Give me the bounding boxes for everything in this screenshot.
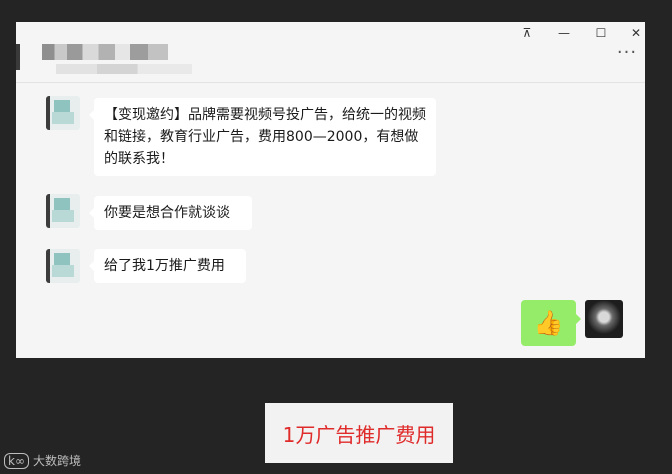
caption-label: 1万广告推广费用 <box>265 403 453 463</box>
watermark: k∞ 大数跨境 <box>4 452 81 469</box>
header-accent <box>16 44 20 70</box>
chat-window: ⊼ — ☐ ✕ ··· 【变现邀约】品牌需要视频号投广告，给统一的视频和链接，教… <box>16 22 645 358</box>
watermark-logo-icon: k∞ <box>4 452 29 469</box>
chat-subtitle-blurred <box>56 64 192 74</box>
message-bubble: 给了我1万推广费用 <box>89 249 246 283</box>
message-bubble: 你要是想合作就谈谈 <box>89 196 252 230</box>
watermark-text: 大数跨境 <box>32 454 81 468</box>
message-bubble: 【变现邀约】品牌需要视频号投广告，给统一的视频和链接，教育行业广告，费用800—… <box>89 98 436 176</box>
thumbs-up-icon: 👍 <box>533 309 564 337</box>
chat-header: ··· <box>16 22 645 83</box>
more-options-button[interactable]: ··· <box>615 44 639 62</box>
contact-avatar[interactable] <box>46 96 80 130</box>
my-avatar[interactable] <box>585 300 623 338</box>
chat-title-blurred <box>42 44 168 60</box>
my-message-bubble: 👍 <box>521 300 581 346</box>
contact-avatar[interactable] <box>46 194 80 228</box>
contact-avatar[interactable] <box>46 249 80 283</box>
